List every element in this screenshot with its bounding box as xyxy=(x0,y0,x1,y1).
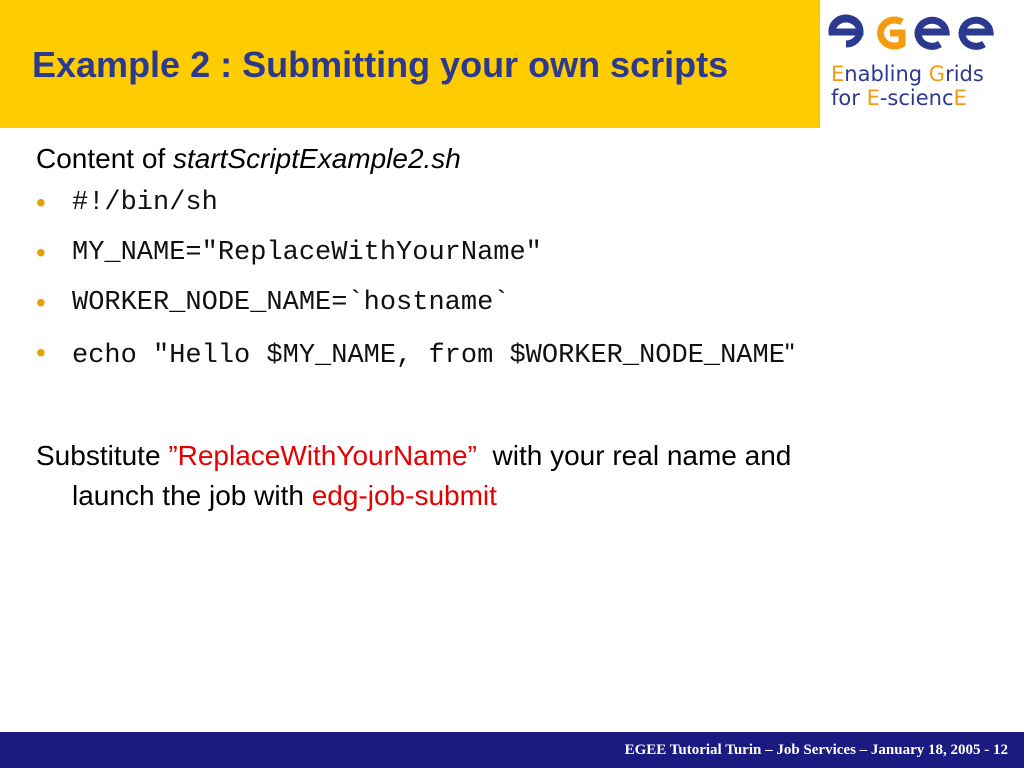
logo-tagline-line1: Enabling Grids xyxy=(831,62,984,86)
script-filename: startScriptExample2.sh xyxy=(172,143,461,174)
logo-tagline-text: -scienc xyxy=(879,86,954,110)
slide-content: Content of startScriptExample2.sh • #!/b… xyxy=(36,140,996,378)
logo-tagline-text: nabling xyxy=(844,62,929,86)
footer-bar: EGEE Tutorial Turin – Job Services – Jan… xyxy=(0,732,1024,768)
instruction-paragraph: Substitute ”ReplaceWithYourName” with yo… xyxy=(36,436,986,516)
submit-command: edg-job-submit xyxy=(311,480,497,511)
code-line: • WORKER_NODE_NAME=`hostname` xyxy=(36,278,996,328)
code-line: • echo "Hello $MY_NAME, from $WORKER_NOD… xyxy=(36,328,996,378)
intro-line: Content of startScriptExample2.sh xyxy=(36,140,996,178)
bullet-icon: • xyxy=(36,287,46,318)
page-title: Example 2 : Submitting your own scripts xyxy=(32,44,729,85)
footer-text: EGEE Tutorial Turin – Job Services – Jan… xyxy=(624,742,1008,758)
para-prefix: Substitute xyxy=(36,440,169,471)
code-line-text: MY_NAME="ReplaceWithYourName" xyxy=(72,238,542,268)
logo-tagline-accent: G xyxy=(928,62,946,86)
intro-prefix: Content of xyxy=(36,143,173,174)
code-line-tail-quote: " xyxy=(784,338,795,368)
code-line: • MY_NAME="ReplaceWithYourName" xyxy=(36,228,996,278)
para-middle: with your real name and xyxy=(476,440,792,471)
logo-tagline-line2: for E-sciencE xyxy=(831,86,967,110)
logo-tagline-accent: E xyxy=(866,86,880,110)
code-line-body: echo "Hello $MY_NAME, from $WORKER_NODE_… xyxy=(72,341,785,371)
code-line: • #!/bin/sh xyxy=(36,178,996,228)
placeholder-highlight: ”ReplaceWithYourName” xyxy=(168,440,477,471)
logo-tagline-text: rids xyxy=(945,62,984,86)
bullet-icon: • xyxy=(36,237,46,268)
code-line-text: echo "Hello $MY_NAME, from $WORKER_NODE_… xyxy=(72,328,795,381)
code-list: • #!/bin/sh • MY_NAME="ReplaceWithYourNa… xyxy=(36,178,996,378)
code-line-text: #!/bin/sh xyxy=(72,188,218,218)
para-line2-prefix: launch the job with xyxy=(72,480,312,511)
logo-tagline-text: for xyxy=(831,86,867,110)
logo-tagline-accent: E xyxy=(831,62,845,86)
code-line-text: WORKER_NODE_NAME=`hostname` xyxy=(72,288,510,318)
logo-tagline-accent: E xyxy=(953,86,967,110)
bullet-icon: • xyxy=(36,337,46,368)
para-line2: launch the job with edg-job-submit xyxy=(36,476,986,516)
bullet-icon: • xyxy=(36,187,46,218)
